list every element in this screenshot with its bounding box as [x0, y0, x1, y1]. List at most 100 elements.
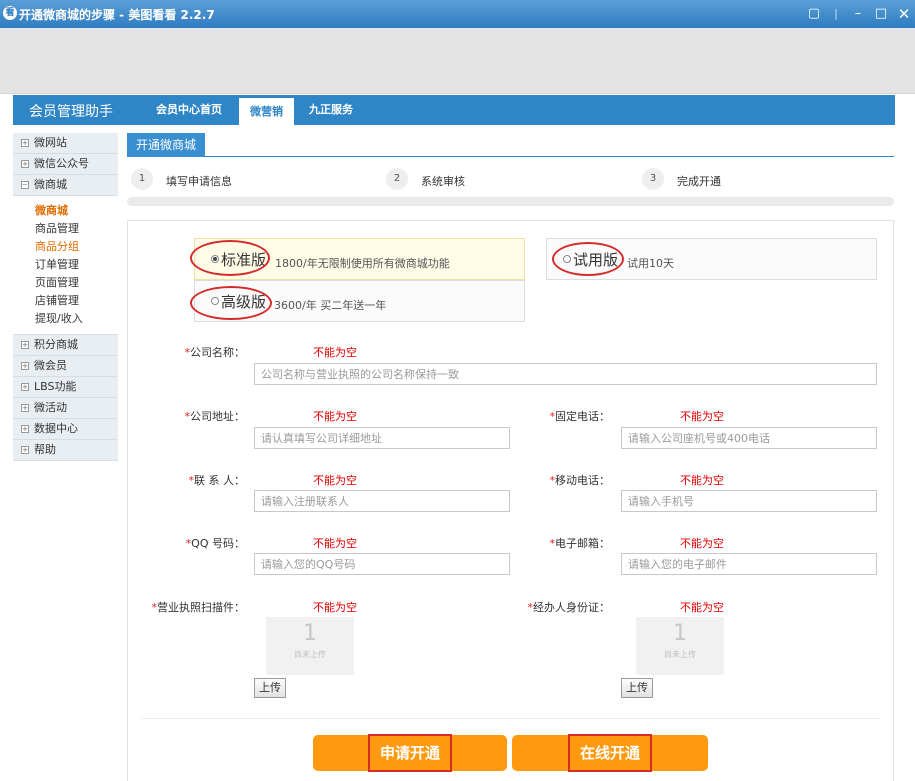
nav-member-home[interactable]: 会员中心首页	[146, 95, 232, 125]
contact-input[interactable]	[254, 490, 510, 512]
expand-icon: +	[21, 160, 29, 168]
plan-desc: 试用10天	[627, 257, 674, 270]
sidebar-item-label: 积分商城	[34, 338, 78, 351]
close-icon[interactable]: ✕	[896, 6, 912, 22]
fullscreen-icon[interactable]: ▢	[806, 6, 822, 22]
expand-icon: +	[21, 404, 29, 412]
company-name-input[interactable]	[254, 363, 877, 385]
title-bar: 看 开通微商城的步骤 - 美图看看 2.2.7 ▢ | – □ ✕	[0, 0, 915, 28]
submenu-product-groups[interactable]: 商品分组	[35, 238, 118, 256]
error-message: 不能为空	[313, 474, 357, 487]
sidebar-item-micro-mall[interactable]: − 微商城	[13, 175, 118, 196]
thumbnail-status: 尚未上传	[664, 650, 696, 659]
content-tabbar: 开通微商城	[127, 133, 894, 157]
submenu-micro-mall[interactable]: 微商城	[35, 202, 118, 220]
title-separator: |	[834, 7, 838, 20]
step-number: 2	[386, 168, 408, 190]
contact-label: *联 系 人：	[188, 474, 246, 487]
window-title: 开通微商城的步骤 - 美图看看 2.2.7	[19, 8, 215, 22]
company-address-input[interactable]	[254, 427, 510, 449]
step-label: 系统审核	[421, 175, 465, 188]
error-message: 不能为空	[680, 474, 724, 487]
sidebar-item-label: 微信公众号	[34, 157, 89, 170]
step-number: 1	[131, 168, 153, 190]
sidebar-submenu: 微商城 商品管理 商品分组 订单管理 页面管理 店铺管理 提现/收入	[13, 196, 118, 335]
submenu-page-management[interactable]: 页面管理	[35, 274, 118, 292]
thumbnail-number: 1	[673, 621, 687, 646]
sidebar-item-label: 微网站	[34, 136, 67, 149]
id-card-upload-button[interactable]: 上传	[621, 678, 653, 698]
license-label: *营业执照扫描件：	[151, 601, 246, 614]
sidebar-item-micro-activity[interactable]: + 微活动	[13, 398, 118, 419]
email-label: *电子邮箱：	[549, 537, 611, 550]
submenu-order-management[interactable]: 订单管理	[35, 256, 118, 274]
annotation-circle	[552, 242, 624, 276]
qq-label: *QQ 号码：	[185, 537, 245, 550]
maximize-icon[interactable]: □	[873, 6, 889, 22]
license-upload-button[interactable]: 上传	[254, 678, 286, 698]
step-label: 完成开通	[677, 175, 721, 188]
nav-jiuzheng-service[interactable]: 九正服务	[301, 95, 361, 125]
sidebar-item-label: 帮助	[34, 443, 56, 456]
tab-open-micro-mall[interactable]: 开通微商城	[127, 133, 206, 157]
license-thumbnail: 1 尚未上传	[266, 617, 354, 675]
sidebar-item-wechat-account[interactable]: + 微信公众号	[13, 154, 118, 175]
online-open-button[interactable]: 在线开通	[512, 734, 708, 772]
annotation-circle	[190, 286, 272, 320]
sidebar-item-lbs[interactable]: + LBS功能	[13, 377, 118, 398]
app-icon: 看	[3, 6, 17, 20]
error-message: 不能为空	[680, 537, 724, 550]
sidebar-item-micro-member[interactable]: + 微会员	[13, 356, 118, 377]
error-message: 不能为空	[680, 410, 724, 423]
landline-input[interactable]	[621, 427, 877, 449]
submenu-product-management[interactable]: 商品管理	[35, 220, 118, 238]
expand-icon: +	[21, 341, 29, 349]
annotation-circle	[190, 240, 270, 276]
submenu-withdraw-income[interactable]: 提现/收入	[35, 310, 118, 328]
expand-icon: +	[21, 425, 29, 433]
sidebar-item-help[interactable]: + 帮助	[13, 440, 118, 461]
landline-label: *固定电话：	[549, 410, 611, 423]
expand-icon: +	[21, 139, 29, 147]
step-indicator: 1 填写申请信息 2 系统审核 3 完成开通	[127, 165, 894, 197]
company-address-label: *公司地址：	[184, 410, 246, 423]
minimize-icon[interactable]: –	[850, 6, 866, 22]
top-header: 会员管理助手 会员中心首页 微营销 九正服务	[13, 95, 895, 125]
plan-desc: 1800/年无限制使用所有微商城功能	[275, 257, 450, 270]
mobile-input[interactable]	[621, 490, 877, 512]
mobile-label: *移动电话：	[549, 474, 611, 487]
thumbnail-status: 尚未上传	[294, 650, 326, 659]
collapse-icon: −	[21, 181, 29, 189]
sidebar-item-label: 微活动	[34, 401, 67, 414]
divider	[142, 718, 881, 719]
sidebar-item-data-center[interactable]: + 数据中心	[13, 419, 118, 440]
apply-open-label: 申请开通	[367, 734, 452, 772]
sidebar-item-label: 微商城	[34, 178, 67, 191]
toolbar-area	[0, 28, 915, 94]
sidebar: + 微网站 + 微信公众号 − 微商城 微商城 商品管理 商品分组 订单管理 页面管理…	[13, 133, 118, 461]
id-card-label: *经办人身份证：	[527, 601, 611, 614]
step-label: 填写申请信息	[166, 175, 232, 188]
apply-open-button[interactable]: 申请开通	[313, 734, 507, 772]
submenu-shop-management[interactable]: 店铺管理	[35, 292, 118, 310]
plan-desc: 3600/年 买二年送一年	[274, 299, 387, 312]
error-message: 不能为空	[313, 537, 357, 550]
qq-input[interactable]	[254, 553, 510, 575]
id-card-thumbnail: 1 尚未上传	[636, 617, 724, 675]
brand-title: 会员管理助手	[29, 104, 113, 120]
step-number: 3	[642, 168, 664, 190]
email-input[interactable]	[621, 553, 877, 575]
expand-icon: +	[21, 446, 29, 454]
online-open-label: 在线开通	[567, 734, 652, 772]
error-message: 不能为空	[313, 601, 357, 614]
sidebar-item-points-mall[interactable]: + 积分商城	[13, 335, 118, 356]
expand-icon: +	[21, 362, 29, 370]
sidebar-item-micro-site[interactable]: + 微网站	[13, 133, 118, 154]
thumbnail-number: 1	[303, 621, 317, 646]
expand-icon: +	[21, 383, 29, 391]
sidebar-item-label: 微会员	[34, 359, 67, 372]
company-name-label: *公司名称：	[184, 346, 246, 359]
nav-micro-marketing[interactable]: 微营销	[239, 98, 294, 125]
step-progress-bar	[127, 197, 894, 206]
error-message: 不能为空	[680, 601, 724, 614]
